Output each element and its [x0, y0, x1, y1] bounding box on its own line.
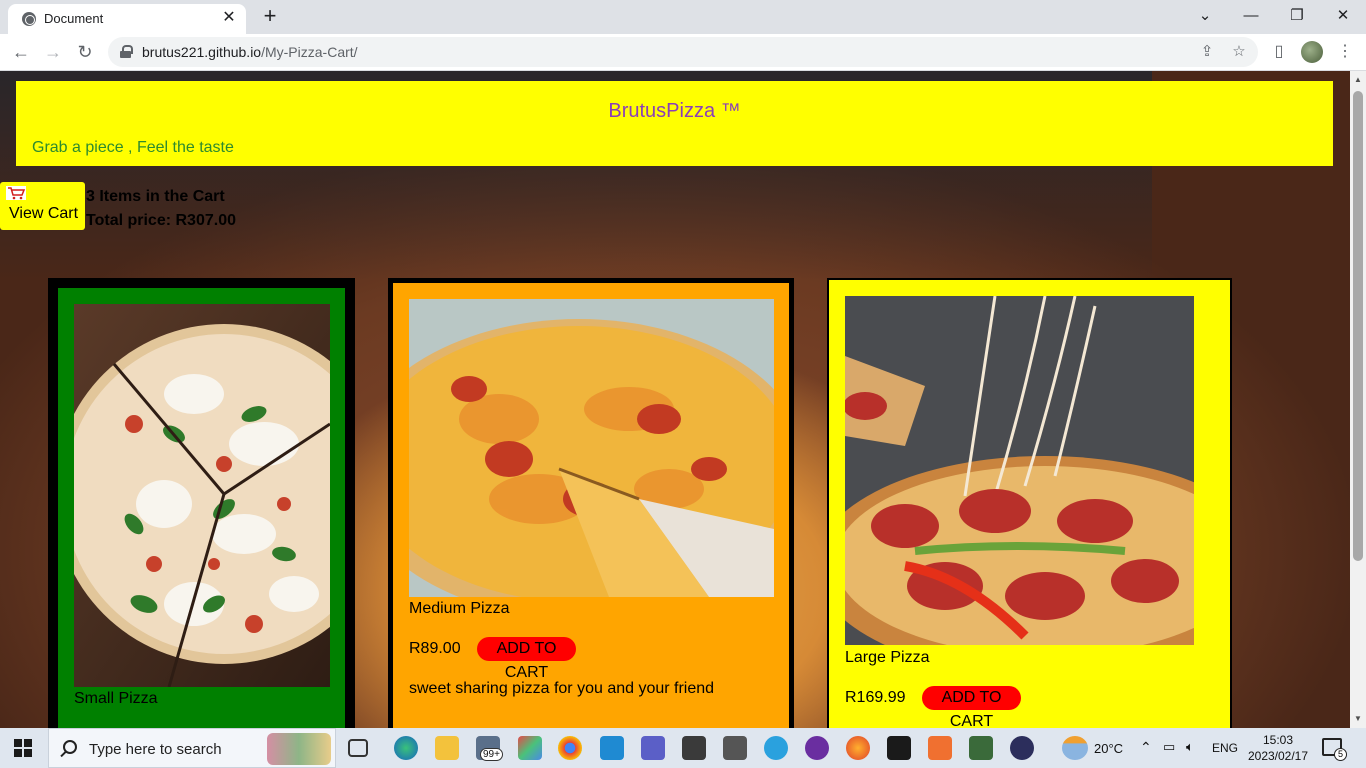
- volume-icon[interactable]: 🔈︎: [1186, 739, 1194, 755]
- eclipse-icon[interactable]: [1010, 736, 1034, 760]
- product-card-small: Small Pizza: [48, 278, 355, 728]
- add-to-cart-button[interactable]: ADD TO CART: [922, 686, 1021, 728]
- notification-center-icon[interactable]: 5: [1322, 738, 1347, 761]
- product-card-medium: Medium Pizza R89.00 ADD TO CART sweet sh…: [388, 278, 794, 728]
- tray-chevron-up-icon[interactable]: ⌃: [1140, 739, 1152, 756]
- scroll-down-arrow-icon[interactable]: ▼: [1353, 714, 1363, 723]
- system-clock[interactable]: 15:03 2023/02/17: [1246, 732, 1310, 764]
- reload-button[interactable]: ↻: [72, 39, 98, 65]
- teams-icon[interactable]: [641, 736, 665, 760]
- close-tab-icon[interactable]: ✕: [220, 8, 238, 28]
- search-placeholder: Type here to search: [89, 741, 222, 758]
- cart-item-count: 3 Items in the Cart: [86, 188, 225, 205]
- vim-icon[interactable]: [969, 736, 993, 760]
- notification-count: 5: [1334, 748, 1347, 761]
- brand-title: BrutusPizza ™: [608, 100, 741, 122]
- large-pizza-image: [845, 296, 1194, 645]
- git-bash-icon[interactable]: [723, 736, 747, 760]
- url-text[interactable]: brutus221.github.io/My-Pizza-Cart/: [142, 44, 358, 60]
- small-pizza-image: [74, 304, 330, 687]
- mail-badge: 99+: [480, 748, 503, 761]
- edge-browser-icon[interactable]: [394, 736, 418, 760]
- windows-start-icon[interactable]: [14, 739, 32, 757]
- product-description: sweet sharing pizza for you and your fri…: [409, 680, 715, 697]
- shopping-cart-icon: [6, 186, 26, 200]
- search-highlight-illustration: [267, 733, 331, 765]
- app-icon-purple[interactable]: [805, 736, 829, 760]
- vscode-icon[interactable]: [600, 736, 624, 760]
- cart-summary: 3 Items in the Cart Total price: R307.00: [86, 185, 236, 233]
- url-path: /My-Pizza-Cart/: [261, 44, 358, 60]
- chrome-browser-icon[interactable]: [558, 736, 582, 760]
- restore-button[interactable]: ❐: [1274, 0, 1320, 32]
- share-icon[interactable]: ⇪: [1196, 41, 1218, 63]
- weather-temperature[interactable]: 20°C: [1094, 741, 1123, 756]
- menu-dots-icon[interactable]: ⋮: [1332, 39, 1358, 65]
- heroku-icon[interactable]: [887, 736, 911, 760]
- firefox-icon[interactable]: [846, 736, 870, 760]
- cart-total-price: Total price: R307.00: [86, 212, 236, 229]
- forward-button[interactable]: →: [40, 39, 66, 65]
- scroll-up-arrow-icon[interactable]: ▲: [1353, 75, 1363, 84]
- url-host: brutus221.github.io: [142, 44, 262, 60]
- medium-pizza-image: [409, 299, 774, 597]
- tab-strip: Document ✕ + ⌄ — ❐ ✕: [0, 0, 1366, 34]
- scrollbar-thumb[interactable]: [1353, 91, 1363, 561]
- tab-search-chevron-icon[interactable]: ⌄: [1182, 0, 1228, 32]
- battery-icon[interactable]: ▭: [1163, 739, 1175, 755]
- side-panel-icon[interactable]: ▯: [1266, 39, 1292, 65]
- view-cart-label: View Cart: [9, 205, 79, 222]
- globe-icon: [22, 12, 36, 26]
- product-name: Large Pizza: [845, 649, 930, 666]
- clock-date: 2023/02/17: [1247, 749, 1309, 763]
- taskbar-search-box[interactable]: Type here to search: [48, 728, 336, 768]
- tagline: Grab a piece , Feel the taste: [32, 139, 234, 156]
- language-indicator[interactable]: ENG: [1212, 741, 1238, 755]
- new-tab-button[interactable]: +: [258, 4, 282, 28]
- page-viewport: BrutusPizza ™ Grab a piece , Feel the ta…: [0, 71, 1350, 728]
- xampp-icon[interactable]: [928, 736, 952, 760]
- minimize-button[interactable]: —: [1228, 0, 1274, 32]
- tab-title: Document: [44, 11, 104, 26]
- product-name: Small Pizza: [74, 690, 158, 707]
- close-window-button[interactable]: ✕: [1320, 0, 1366, 32]
- lock-icon[interactable]: [120, 45, 133, 58]
- sourcetree-icon[interactable]: [518, 736, 542, 760]
- product-price: R169.99: [845, 689, 906, 706]
- task-view-icon[interactable]: [348, 739, 368, 757]
- weather-icon[interactable]: [1062, 736, 1088, 760]
- browser-toolbar: ← → ↻ brutus221.github.io/My-Pizza-Cart/…: [0, 34, 1366, 71]
- file-explorer-icon[interactable]: [435, 736, 459, 760]
- address-bar[interactable]: brutus221.github.io/My-Pizza-Cart/ ⇪ ☆: [108, 37, 1258, 67]
- view-cart-button[interactable]: View Cart: [0, 182, 85, 230]
- page-scrollbar[interactable]: ▲ ▼: [1350, 71, 1366, 728]
- mail-app-icon[interactable]: 99+: [476, 736, 503, 761]
- product-card-large: Large Pizza R169.99 ADD TO CART: [827, 278, 1232, 728]
- clock-time: 15:03: [1262, 733, 1294, 747]
- windows-taskbar: Type here to search 99+ 20°C ⌃ ▭ 🔈︎ ENG …: [0, 728, 1366, 768]
- site-header: BrutusPizza ™ Grab a piece , Feel the ta…: [16, 81, 1333, 166]
- virtualbox-icon[interactable]: [682, 736, 706, 760]
- bookmark-star-icon[interactable]: ☆: [1228, 41, 1250, 63]
- product-name: Medium Pizza: [409, 600, 510, 617]
- browser-tab[interactable]: Document ✕: [8, 4, 246, 34]
- add-to-cart-button[interactable]: ADD TO CART: [477, 637, 576, 681]
- telegram-icon[interactable]: [764, 736, 788, 760]
- product-price: R89.00: [409, 640, 461, 657]
- back-button[interactable]: ←: [8, 39, 34, 65]
- profile-avatar[interactable]: [1301, 41, 1323, 63]
- search-icon: [63, 740, 77, 754]
